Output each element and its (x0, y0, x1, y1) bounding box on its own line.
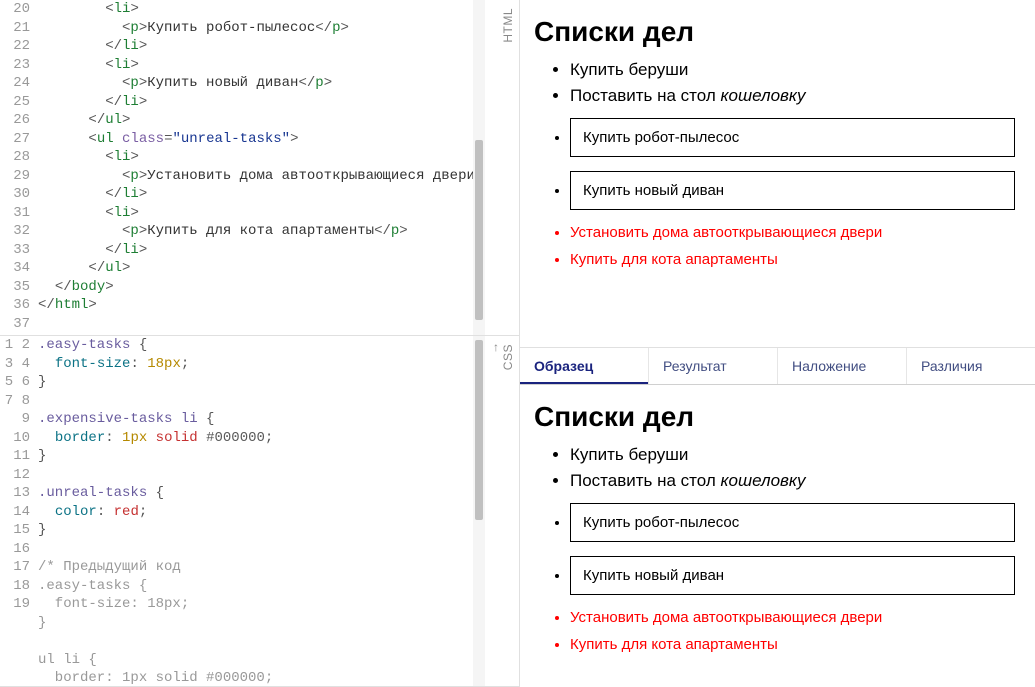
tab-3[interactable]: Различия (907, 348, 1035, 384)
page-title: Списки дел (534, 16, 1015, 48)
css-code-lines[interactable]: .easy-tasks { font-size: 18px; } .expens… (38, 336, 273, 686)
list-item: Установить дома автооткрывающиеся двери (570, 224, 1015, 241)
css-scrollbar[interactable] (473, 336, 485, 686)
preview-column: Списки дел Купить беруши Поставить на стол… (520, 0, 1035, 687)
list-item: Купить робот-пылесос (570, 503, 1015, 542)
css-editor[interactable]: 1 2 3 4 5 6 7 8 9 10 11 12 13 14 15 16 1… (0, 336, 478, 686)
list-item: Купить беруши (570, 445, 1015, 465)
reference-preview: Списки дел Купить беруши Поставить на стол… (520, 385, 1035, 687)
css-editor-label: CSS (501, 344, 515, 370)
css-editor-pane: 1 2 3 4 5 6 7 8 9 10 11 12 13 14 15 16 1… (0, 336, 519, 687)
css-gutter: 1 2 3 4 5 6 7 8 9 10 11 12 13 14 15 16 1… (0, 336, 38, 686)
html-gutter: 20 21 22 23 24 25 26 27 28 29 30 31 32 3… (0, 0, 38, 333)
list-item: Купить новый диван (570, 556, 1015, 595)
list-item: Купить беруши (570, 60, 1015, 80)
editors-column: 20 21 22 23 24 25 26 27 28 29 30 31 32 3… (0, 0, 520, 687)
tab-0[interactable]: Образец (520, 348, 649, 384)
easy-tasks-list: Купить беруши Поставить на стол кошеловку (534, 60, 1015, 106)
render-bottom: Списки дел Купить беруши Поставить на стол… (534, 401, 1015, 653)
list-item: Купить для кота апартаменты (570, 251, 1015, 268)
list-item: Поставить на стол кошеловку (570, 86, 1015, 106)
html-editor[interactable]: 20 21 22 23 24 25 26 27 28 29 30 31 32 3… (0, 0, 478, 335)
css-scrollbar-thumb[interactable] (475, 340, 483, 520)
list-item: Купить робот-пылесос (570, 118, 1015, 157)
html-editor-label: HTML (501, 8, 515, 43)
easy-tasks-list: Купить беруши Поставить на стол кошеловку (534, 445, 1015, 491)
tab-2[interactable]: Наложение (778, 348, 907, 384)
expensive-tasks-list: Купить робот-пылесос Купить новый диван (534, 118, 1015, 210)
expensive-tasks-list: Купить робот-пылесос Купить новый диван (534, 503, 1015, 595)
unreal-tasks-list: Установить дома автооткрывающиеся двери К… (534, 224, 1015, 268)
html-editor-pane: 20 21 22 23 24 25 26 27 28 29 30 31 32 3… (0, 0, 519, 336)
html-scrollbar[interactable] (473, 0, 485, 335)
render-top: Списки дел Купить беруши Поставить на стол… (534, 16, 1015, 268)
unreal-tasks-list: Установить дома автооткрывающиеся двери К… (534, 609, 1015, 653)
html-scrollbar-thumb[interactable] (475, 140, 483, 320)
list-item: Купить для кота апартаменты (570, 636, 1015, 653)
result-preview: Списки дел Купить беруши Поставить на стол… (520, 0, 1035, 348)
list-item: Установить дома автооткрывающиеся двери (570, 609, 1015, 626)
tab-1[interactable]: Результат (649, 348, 778, 384)
page-title: Списки дел (534, 401, 1015, 433)
scroll-up-icon[interactable]: ↑ (493, 340, 499, 354)
list-item: Поставить на стол кошеловку (570, 471, 1015, 491)
html-code-lines[interactable]: <li> <p>Купить робот-пылесос</p> </li> <… (38, 0, 478, 333)
list-item: Купить новый диван (570, 171, 1015, 210)
preview-tab-bar: ОбразецРезультатНаложениеРазличия (520, 348, 1035, 385)
